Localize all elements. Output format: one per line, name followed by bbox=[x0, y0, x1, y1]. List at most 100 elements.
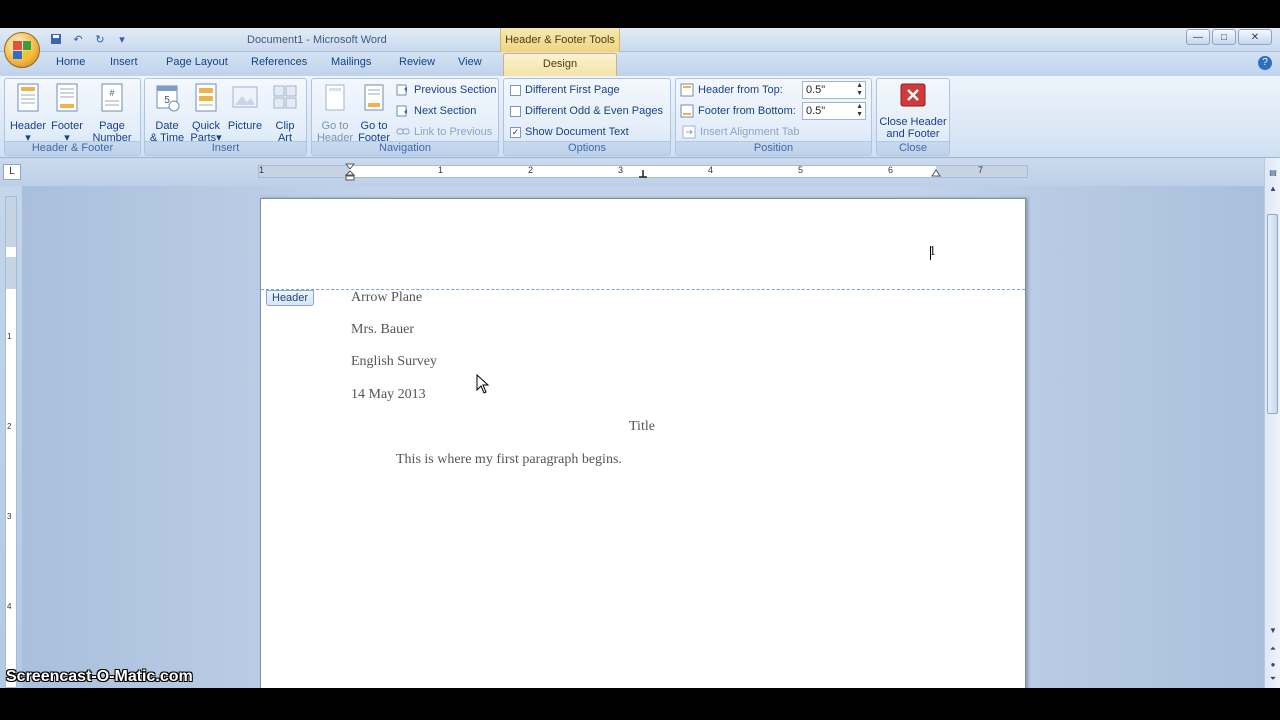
body-line-course[interactable]: English Survey bbox=[351, 354, 437, 370]
alignment-tab-icon bbox=[682, 125, 696, 139]
svg-text:#: # bbox=[109, 88, 114, 98]
view-ruler-icon[interactable]: ▤ bbox=[1266, 166, 1280, 180]
indent-marker-icon[interactable] bbox=[345, 163, 355, 181]
next-section-button[interactable]: Next Section bbox=[396, 103, 476, 119]
header-tag: Header bbox=[266, 290, 315, 306]
group-position: Header from Top: 0.5" ▲ ▼ Footer from Bot… bbox=[675, 78, 872, 156]
next-page-icon[interactable]: ⏷ bbox=[1266, 672, 1280, 686]
ruler-number: 4 bbox=[708, 165, 714, 175]
group-label-insert: Insert bbox=[145, 141, 306, 155]
group-navigation: Go to Header Go to Footer Previous Secti… bbox=[311, 78, 499, 156]
ruler-number: 3 bbox=[618, 165, 624, 175]
tab-design[interactable]: Design bbox=[503, 53, 617, 76]
previous-section-button[interactable]: Previous Section bbox=[396, 82, 497, 98]
close-header-footer-label-1: Close Header bbox=[879, 116, 947, 128]
different-odd-even-label: Different Odd & Even Pages bbox=[525, 105, 663, 117]
right-indent-marker-icon[interactable] bbox=[931, 169, 941, 179]
group-options: Different First Page Different Odd & Eve… bbox=[503, 78, 671, 156]
close-header-footer-label-2: and Footer bbox=[886, 128, 940, 140]
watermark-text: Screencast-O-Matic.com bbox=[6, 668, 193, 685]
tab-mailings[interactable]: Mailings bbox=[331, 56, 371, 68]
tab-view[interactable]: View bbox=[458, 56, 482, 68]
go-to-footer-button[interactable]: Go to Footer bbox=[354, 83, 394, 144]
next-section-icon bbox=[396, 105, 407, 117]
show-document-text-checkbox[interactable]: ✓ Show Document Text bbox=[510, 124, 629, 140]
ruler-number: 7 bbox=[978, 165, 984, 175]
office-logo-icon bbox=[13, 41, 31, 59]
spin-arrows-icon[interactable]: ▲ ▼ bbox=[856, 103, 863, 119]
vertical-ruler-number: 4 bbox=[7, 602, 12, 611]
page-number-label-1: Page bbox=[99, 120, 125, 132]
different-odd-even-checkbox[interactable]: Different Odd & Even Pages bbox=[510, 103, 663, 119]
group-label-position: Position bbox=[676, 141, 871, 155]
go-to-header-icon bbox=[325, 84, 345, 111]
maximize-button[interactable]: □ bbox=[1212, 29, 1236, 45]
body-line-teacher[interactable]: Mrs. Bauer bbox=[351, 322, 414, 338]
body-line-date[interactable]: 14 May 2013 bbox=[351, 387, 426, 403]
help-icon[interactable]: ? bbox=[1258, 56, 1272, 70]
clip-art-button[interactable]: Clip Art bbox=[265, 83, 305, 144]
body-line-name[interactable]: Arrow Plane bbox=[351, 290, 422, 306]
scroll-down-icon[interactable]: ▼ bbox=[1266, 624, 1280, 638]
tab-selector-button[interactable]: L bbox=[3, 164, 21, 180]
footer-from-bottom-input[interactable]: 0.5" ▲ ▼ bbox=[802, 102, 866, 120]
previous-page-icon[interactable]: ⏶ bbox=[1266, 642, 1280, 656]
select-browse-object-icon[interactable]: ● bbox=[1266, 658, 1280, 672]
group-label-header-footer: Header & Footer bbox=[5, 141, 140, 155]
vertical-ruler-number: 2 bbox=[7, 422, 12, 431]
close-header-footer-button[interactable]: Close Header and Footer bbox=[879, 83, 947, 140]
group-close: Close Header and Footer Close bbox=[876, 78, 950, 156]
checkbox-unchecked-icon bbox=[510, 105, 521, 117]
different-first-page-checkbox[interactable]: Different First Page bbox=[510, 82, 620, 98]
office-button[interactable] bbox=[4, 32, 40, 68]
next-section-label: Next Section bbox=[414, 105, 477, 117]
go-to-header-button[interactable]: Go to Header bbox=[315, 83, 355, 144]
clip-art-label-1: Clip bbox=[275, 120, 295, 132]
body-line-paragraph[interactable]: This is where my first paragraph begins. bbox=[396, 452, 622, 468]
picture-icon bbox=[232, 86, 258, 108]
vertical-ruler-margin bbox=[6, 197, 16, 247]
customize-qat-icon[interactable]: ▾ bbox=[114, 31, 130, 47]
tab-review[interactable]: Review bbox=[399, 56, 435, 68]
window-controls: — □ ✕ bbox=[1186, 29, 1272, 45]
group-label-close: Close bbox=[877, 141, 949, 155]
vertical-scrollbar[interactable]: ▤ ▲ ▼ ⏶ ● ⏷ bbox=[1264, 158, 1280, 688]
letterbox-top bbox=[0, 0, 1280, 28]
page-number-button[interactable]: # Page Number bbox=[89, 83, 135, 144]
center-tab-stop-icon[interactable] bbox=[639, 170, 647, 179]
ruler-margin-left bbox=[259, 166, 349, 177]
header-from-top-input[interactable]: 0.5" ▲ ▼ bbox=[802, 81, 866, 99]
scrollbar-thumb[interactable] bbox=[1267, 214, 1278, 414]
close-window-button[interactable]: ✕ bbox=[1238, 29, 1272, 45]
horizontal-ruler[interactable]: 1 1 2 3 4 5 6 7 bbox=[258, 163, 1028, 181]
redo-icon[interactable]: ↻ bbox=[92, 31, 108, 47]
document-page[interactable]: 1 Header Arrow Plane Mrs. Bauer English … bbox=[260, 198, 1026, 690]
undo-icon[interactable]: ↶ bbox=[70, 31, 86, 47]
group-label-options: Options bbox=[504, 141, 670, 155]
save-icon[interactable] bbox=[48, 31, 64, 47]
insert-alignment-tab-button[interactable]: Insert Alignment Tab bbox=[682, 124, 799, 140]
minimize-button[interactable]: — bbox=[1186, 29, 1210, 45]
body-line-title[interactable]: Title bbox=[629, 419, 655, 435]
header-icon bbox=[17, 83, 39, 112]
header-button[interactable]: Header ▾ bbox=[8, 83, 48, 144]
header-from-top-value: 0.5" bbox=[806, 84, 826, 96]
ruler-number: 1 bbox=[438, 165, 444, 175]
previous-section-label: Previous Section bbox=[414, 84, 497, 96]
tab-page-layout[interactable]: Page Layout bbox=[166, 56, 228, 68]
date-time-label-1: Date bbox=[155, 120, 179, 132]
vertical-ruler[interactable]: 1 2 3 4 bbox=[5, 196, 17, 688]
page-number-icon: # bbox=[101, 83, 123, 112]
spin-arrows-icon[interactable]: ▲ ▼ bbox=[856, 82, 863, 98]
scroll-up-icon[interactable]: ▲ bbox=[1266, 182, 1280, 196]
link-to-previous-button[interactable]: Link to Previous bbox=[396, 124, 492, 140]
header-from-top-label-wrap: Header from Top: bbox=[680, 82, 783, 98]
picture-button[interactable]: Picture bbox=[225, 83, 265, 132]
insert-alignment-tab-label: Insert Alignment Tab bbox=[700, 126, 800, 138]
tab-references[interactable]: References bbox=[251, 56, 307, 68]
quick-parts-button[interactable]: Quick Parts▾ bbox=[186, 83, 226, 144]
footer-button[interactable]: Footer ▾ bbox=[47, 83, 87, 144]
date-time-button[interactable]: 5 Date & Time bbox=[147, 83, 187, 144]
tab-insert[interactable]: Insert bbox=[110, 56, 138, 68]
tab-home[interactable]: Home bbox=[56, 56, 85, 68]
